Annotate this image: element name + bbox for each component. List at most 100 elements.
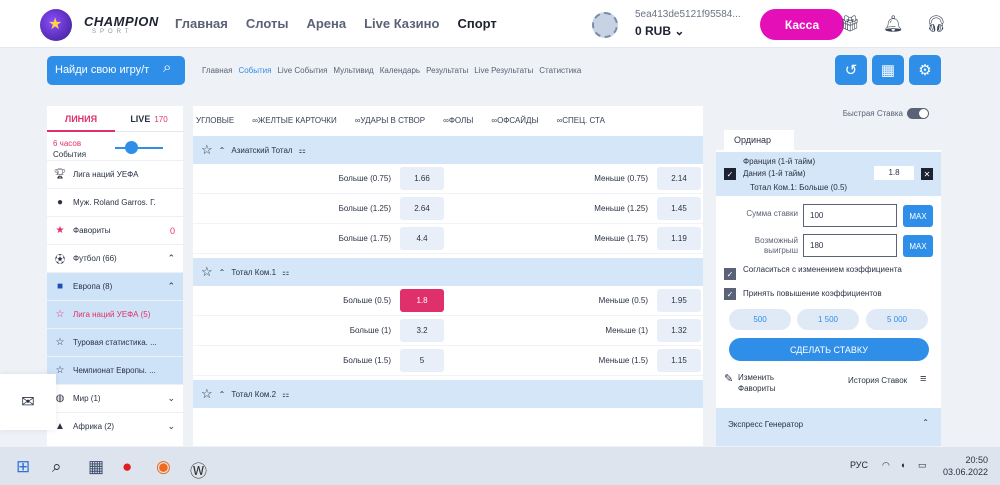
odd-button[interactable]: 5 xyxy=(400,349,444,372)
sidebar-item-world[interactable]: ◍ Мир (1) ⌄ xyxy=(47,384,183,412)
subnav-live-events[interactable]: Live События xyxy=(277,66,327,75)
language-indicator[interactable]: РУС xyxy=(850,460,868,470)
tab-ordinar[interactable]: Ординар xyxy=(724,130,794,150)
history-link[interactable]: История Ставок xyxy=(848,376,907,385)
kassa-button[interactable]: Касса xyxy=(760,9,844,40)
firefox-icon[interactable]: ◉ xyxy=(156,457,171,477)
sidebar-item-europe[interactable]: ■ Европа (8) ⌃ xyxy=(47,272,183,300)
odd-button[interactable]: 1.45 xyxy=(657,197,701,220)
time-slider-handle[interactable] xyxy=(125,141,138,154)
sidebar-item-football[interactable]: ⚽︎ Футбол (66) ⌃ xyxy=(47,244,183,272)
subnav-home[interactable]: Главная xyxy=(202,66,232,75)
odd-button[interactable]: 1.19 xyxy=(657,227,701,250)
line-live-tabs: ЛИНИЯ LIVE 170 xyxy=(47,106,183,132)
sports-sidebar: ЛИНИЯ LIVE 170 6 часов События 🏆︎ Лига нац… xyxy=(47,106,183,446)
odd-button[interactable]: 1.15 xyxy=(657,349,701,372)
odd-button-selected[interactable]: 1.8 xyxy=(400,289,444,312)
accept-increase-checkbox[interactable]: ✓ xyxy=(724,288,736,300)
calculator-icon[interactable]: ▦ xyxy=(88,457,104,477)
max-button[interactable]: MAX xyxy=(903,235,933,257)
nav-live-casino[interactable]: Live Казино xyxy=(364,16,439,31)
star-icon[interactable]: ☆ xyxy=(201,142,213,158)
close-icon[interactable]: ✕ xyxy=(921,168,933,180)
odd-button[interactable]: 3.2 xyxy=(400,319,444,342)
category-shots-on-target[interactable]: ∞УДАРЫ В СТВОР xyxy=(355,116,425,136)
stake-input[interactable]: 100 xyxy=(803,204,897,227)
sidebar-item-africa[interactable]: ▲ Африка (2) ⌄ xyxy=(47,412,183,440)
search-icon[interactable]: ⌕ xyxy=(163,59,171,76)
search-icon[interactable]: ⌕ xyxy=(52,457,62,477)
sidebar-item-nations-league-5[interactable]: ☆ Лига наций УЕФА (5) xyxy=(47,300,183,328)
subnav-calendar[interactable]: Календарь xyxy=(380,66,420,75)
subnav-multiview[interactable]: Мультивид xyxy=(333,66,373,75)
subnav-events[interactable]: События xyxy=(238,66,271,75)
express-generator-label: Экспресс Генератор xyxy=(728,420,804,429)
star-icon[interactable]: ☆ xyxy=(201,264,213,280)
nav-arena[interactable]: Арена xyxy=(306,16,346,31)
category-specials[interactable]: ∞СПЕЦ. СТА xyxy=(557,116,605,136)
calculator-icon[interactable]: ▦ xyxy=(872,55,904,85)
nav-slots[interactable]: Слоты xyxy=(246,16,289,31)
category-corners[interactable]: УГЛОВЫЕ xyxy=(196,116,234,136)
edit-favorites-link[interactable]: Изменить Фавориты xyxy=(738,372,798,394)
gift-icon[interactable]: 🎁︎ xyxy=(840,14,860,34)
match-team2: Дания (1-й тайм) xyxy=(743,169,806,178)
star-icon[interactable]: ☆ xyxy=(53,309,67,320)
chevron-down-icon: ⌄ xyxy=(167,393,175,403)
odd-button[interactable]: 1.32 xyxy=(657,319,701,342)
battery-icon[interactable]: ▭ xyxy=(918,460,927,471)
market-header-team2-total[interactable]: ☆ ⌃ Тотал Ком.2 ⚏ xyxy=(193,380,703,408)
odd-button[interactable]: 2.64 xyxy=(400,197,444,220)
odd-button[interactable]: 1.95 xyxy=(657,289,701,312)
odds-label: Меньше (1.25) xyxy=(594,204,648,213)
account-avatar-icon[interactable] xyxy=(592,12,618,38)
system-clock[interactable]: 20:50 03.06.2022 xyxy=(943,454,988,478)
settings-gear-icon[interactable]: ⚙ xyxy=(909,55,941,85)
tab-line[interactable]: ЛИНИЯ xyxy=(47,106,115,132)
balance-dropdown[interactable]: 0 RUB ⌄ xyxy=(635,24,684,38)
sidebar-item-tour-stats[interactable]: ☆ Туровая статистика. ... xyxy=(47,328,183,356)
quick-bet-toggle[interactable] xyxy=(907,108,929,119)
sidebar-item-euro-championship[interactable]: ☆ Чемпионат Европы. ... xyxy=(47,356,183,384)
edit-icon[interactable]: ✎ xyxy=(724,372,733,385)
bet-checkbox[interactable]: ✓ xyxy=(724,168,736,180)
nav-sport[interactable]: Спорт xyxy=(457,16,496,31)
history-icon[interactable]: ↺ xyxy=(835,55,867,85)
headset-icon[interactable]: 🎧︎ xyxy=(926,14,946,34)
volume-icon[interactable]: ◖ xyxy=(900,460,905,470)
market-header-team1-total[interactable]: ☆ ⌃ Тотал Ком.1 ⚏ xyxy=(193,258,703,286)
odd-button[interactable]: 1.66 xyxy=(400,167,444,190)
subnav-statistics[interactable]: Статистика xyxy=(539,66,581,75)
agree-change-checkbox[interactable]: ✓ xyxy=(724,268,736,280)
express-generator-header[interactable]: Экспресс Генератор ⌃ xyxy=(716,408,941,446)
windows-start-icon[interactable]: ⊞ xyxy=(16,457,30,477)
sidebar-item-roland-garros[interactable]: ● Муж. Roland Garros. Г. xyxy=(47,188,183,216)
category-yellow-cards[interactable]: ∞ЖЕЛТЫЕ КАРТОЧКИ xyxy=(252,116,337,136)
max-button[interactable]: MAX xyxy=(903,205,933,227)
sidebar-item-favorites[interactable]: ★ Фавориты 0 xyxy=(47,216,183,244)
category-fouls[interactable]: ∞ФОЛЫ xyxy=(443,116,473,136)
odd-button[interactable]: 2.14 xyxy=(657,167,701,190)
nav-home[interactable]: Главная xyxy=(175,16,228,31)
time-slider-track[interactable] xyxy=(115,147,163,149)
subnav-live-results[interactable]: Live Результаты xyxy=(474,66,533,75)
category-offsides[interactable]: ∞ОФСАЙДЫ xyxy=(491,116,538,136)
sidebar-item-nations-league[interactable]: 🏆︎ Лига наций УЕФА xyxy=(47,160,183,188)
make-bet-button[interactable]: СДЕЛАТЬ СТАВКУ xyxy=(729,338,929,361)
market-header-asian-total[interactable]: ☆ ⌃ Азиатский Тотал ⚏ xyxy=(193,136,703,164)
star-icon[interactable]: ☆ xyxy=(53,337,67,348)
yandex-browser-icon[interactable]: ● xyxy=(122,457,132,477)
menu-lines-icon[interactable]: ≡ xyxy=(920,373,926,385)
star-icon[interactable]: ☆ xyxy=(201,386,213,402)
subnav-results[interactable]: Результаты xyxy=(426,66,468,75)
odd-button[interactable]: 4.4 xyxy=(400,227,444,250)
sidebar-item-label: Чемпионат Европы. ... xyxy=(73,366,156,375)
wifi-icon[interactable]: ◠ xyxy=(882,460,890,471)
tab-live[interactable]: LIVE 170 xyxy=(115,106,183,132)
quick-amount-1500[interactable]: 1 500 xyxy=(797,309,859,330)
bell-icon[interactable]: 🔔︎ xyxy=(883,14,903,34)
mail-icon[interactable]: ✉ xyxy=(0,374,56,430)
app-w-icon[interactable]: Ⓦ xyxy=(190,457,207,482)
quick-amount-5000[interactable]: 5 000 xyxy=(866,309,928,330)
quick-amount-500[interactable]: 500 xyxy=(729,309,791,330)
